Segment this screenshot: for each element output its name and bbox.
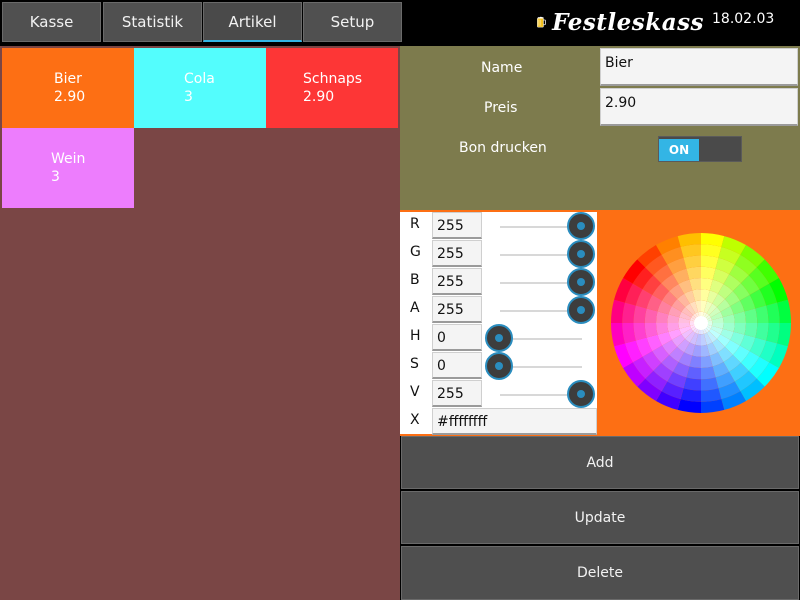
wheel-segment <box>701 255 719 269</box>
channel-label: H <box>410 328 421 344</box>
tab-kasse[interactable]: Kasse <box>2 2 101 42</box>
slider-handle[interactable] <box>567 240 595 268</box>
product-tile-schnaps[interactable]: Schnaps 2.90 <box>266 48 398 128</box>
wheel-segment <box>755 323 769 341</box>
print-receipt-toggle[interactable]: ON <box>658 136 742 162</box>
channel-value-input[interactable]: 0 <box>432 324 482 351</box>
wheel-selector <box>694 316 708 330</box>
slider-row-r: R 255 <box>400 212 597 240</box>
product-name: Bier <box>54 71 82 87</box>
wheel-segment <box>633 323 647 341</box>
slider-handle[interactable] <box>567 380 595 408</box>
wheel-segment <box>683 255 701 269</box>
channel-value-input[interactable]: 0 <box>432 352 482 379</box>
color-wheel[interactable] <box>610 232 792 414</box>
wheel-segment <box>683 377 701 391</box>
wheel-segment <box>633 305 647 323</box>
update-button[interactable]: Update <box>401 491 799 544</box>
slider-row-b: B 255 <box>400 268 597 296</box>
wheel-segment <box>755 305 769 323</box>
color-picker: R 255 G 255 B 255 A 255 H 0 S 0 V 255 X #ffffffff <box>400 210 800 436</box>
slider-handle[interactable] <box>485 324 513 352</box>
app-window: Kasse Statistik Artikel Setup Festleskas… <box>0 0 800 600</box>
channel-label: B <box>410 272 420 288</box>
product-price: 3 <box>51 169 60 185</box>
top-bar: Kasse Statistik Artikel Setup Festleskas… <box>0 0 800 44</box>
slider-handle[interactable] <box>567 212 595 240</box>
product-tile-wein[interactable]: Wein 3 <box>2 128 134 208</box>
date-display: 18.02.03 <box>712 11 775 27</box>
product-name: Cola <box>184 71 215 87</box>
channel-label: S <box>410 356 419 372</box>
channel-value-input[interactable]: 255 <box>432 268 482 295</box>
channel-label: R <box>410 216 420 232</box>
add-button[interactable]: Add <box>401 436 799 489</box>
slider-row-a: A 255 <box>400 296 597 324</box>
article-form: Name Bier Preis 2.90 Bon drucken ON <box>400 46 800 210</box>
slider-handle[interactable] <box>567 296 595 324</box>
app-title: Festleskass <box>552 8 704 36</box>
product-name: Schnaps <box>303 71 363 87</box>
product-price: 2.90 <box>54 89 86 105</box>
hex-label: X <box>410 412 420 428</box>
beer-mug-icon <box>537 16 546 28</box>
color-sliders: R 255 G 255 B 255 A 255 H 0 S 0 V 255 X #ffffffff <box>400 212 597 436</box>
name-field[interactable]: Bier <box>600 48 798 86</box>
slider-row-g: G 255 <box>400 240 597 268</box>
slider-row-h: H0 <box>400 324 597 352</box>
slider-row-s: S0 <box>400 352 597 380</box>
slider-handle[interactable] <box>485 352 513 380</box>
tab-statistik[interactable]: Statistik <box>103 2 202 42</box>
channel-label: V <box>410 384 420 400</box>
slider-row-v: V 255 <box>400 380 597 408</box>
app-logo: Festleskass <box>536 4 704 40</box>
print-receipt-label: Bon drucken <box>459 140 547 156</box>
channel-label: G <box>410 244 421 260</box>
product-tile-cola[interactable]: Cola 3 <box>134 48 266 128</box>
channel-value-input[interactable]: 255 <box>432 380 482 407</box>
product-price: 3 <box>184 89 193 105</box>
tab-artikel[interactable]: Artikel <box>203 2 302 42</box>
channel-value-input[interactable]: 255 <box>432 212 482 239</box>
product-name: Wein <box>51 151 86 167</box>
slider-handle[interactable] <box>567 268 595 296</box>
price-field[interactable]: 2.90 <box>600 88 798 126</box>
channel-label: A <box>410 300 420 316</box>
hex-row: X #ffffffff <box>400 408 597 436</box>
product-grid: Bier 2.90 Cola 3 Schnaps 2.90 Wein 3 <box>0 46 400 600</box>
channel-value-input[interactable]: 255 <box>432 240 482 267</box>
tab-setup[interactable]: Setup <box>303 2 402 42</box>
name-label: Name <box>481 60 523 76</box>
product-price: 2.90 <box>303 89 335 105</box>
toggle-on-label: ON <box>659 139 699 161</box>
hex-input[interactable]: #ffffffff <box>432 408 597 435</box>
delete-button[interactable]: Delete <box>401 546 799 600</box>
wheel-segment <box>701 377 719 391</box>
color-wheel-graphic[interactable] <box>610 232 792 414</box>
channel-value-input[interactable]: 255 <box>432 296 482 323</box>
price-label: Preis <box>484 100 518 116</box>
product-tile-bier[interactable]: Bier 2.90 <box>2 48 134 128</box>
